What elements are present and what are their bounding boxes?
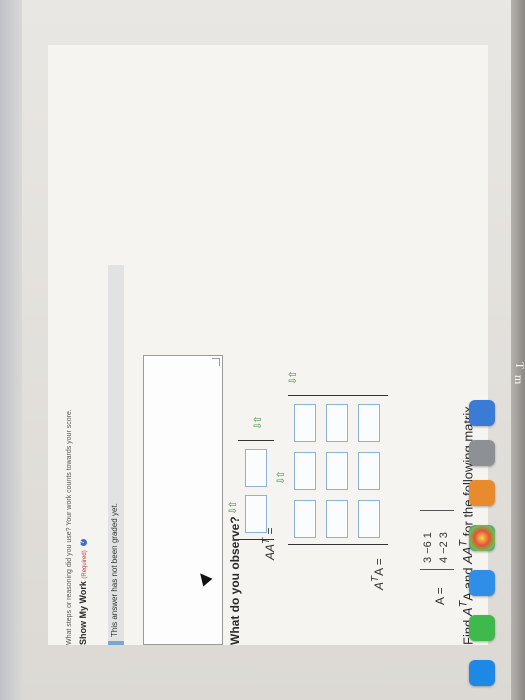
screen-background: T m Find ATA and AAT for the following m… [0,0,525,700]
ata-label: ATA = [370,558,386,590]
dock-photos-icon[interactable] [469,525,495,551]
dock-app-icon-2[interactable] [469,440,495,466]
ata-cell-2-1[interactable] [326,500,348,538]
show-my-work-description: What steps or reasoning did you use? You… [66,409,73,645]
ata-col-arrows-icon[interactable]: ⇩⇧ [276,472,287,485]
observe-label: What do you observe? [228,516,242,645]
ata-label-a: A [372,581,386,590]
ata-resize-arrows-icon[interactable]: ⇩⇧ [288,372,299,385]
question-circle-icon[interactable]: ? [80,538,88,546]
ata-cell-3-1[interactable] [294,500,316,538]
dock-appstore-icon[interactable] [469,660,495,686]
ata-matrix [288,395,388,545]
grading-status-text: This answer has not been graded yet. [110,503,119,637]
required-badge: (Required) [82,550,88,579]
matrix-a-row-2: 4 −2 3 [438,532,450,563]
observe-answer-textarea[interactable] [143,355,223,645]
dock-app-icon-1[interactable] [469,400,495,426]
question-page: Find ATA and AAT for the following matri… [48,45,488,645]
dock-messages-icon[interactable] [469,570,495,596]
ata-label-sup: T [370,575,381,582]
aat-cell-1-2[interactable] [245,449,267,487]
matrix-a-row-1: 3 −6 1 [422,532,434,563]
dock-facetime-icon[interactable] [469,615,495,641]
dock-app-icon-3[interactable] [469,480,495,506]
ata-cell-1-2[interactable] [358,452,380,490]
resize-grip-icon[interactable] [212,358,220,366]
ata-cell-2-3[interactable] [326,404,348,442]
browser-left-margin [0,0,22,700]
aat-resize-arrows-icon[interactable]: ⇩⇧ [253,417,264,430]
ata-cell-3-2[interactable] [294,452,316,490]
aat-col-arrows-icon[interactable]: ⇩⇧ [228,502,239,515]
ata-label-tail: A = [372,558,386,576]
ata-cell-1-1[interactable] [358,500,380,538]
show-my-work-heading: Show My Work (Required) ? [78,538,88,645]
aat-cell-1-1[interactable] [245,495,267,533]
dock [455,360,525,700]
ata-cell-3-3[interactable] [294,404,316,442]
aat-matrix-box [238,440,274,540]
aat-label-aa: AA [263,543,277,560]
matrix-a-label: A = [433,587,447,605]
matrix-a: 3 −6 1 4 −2 3 [420,510,454,570]
ata-cell-2-2[interactable] [326,452,348,490]
ata-cell-1-3[interactable] [358,404,380,442]
show-my-work-label: Show My Work [78,581,88,645]
